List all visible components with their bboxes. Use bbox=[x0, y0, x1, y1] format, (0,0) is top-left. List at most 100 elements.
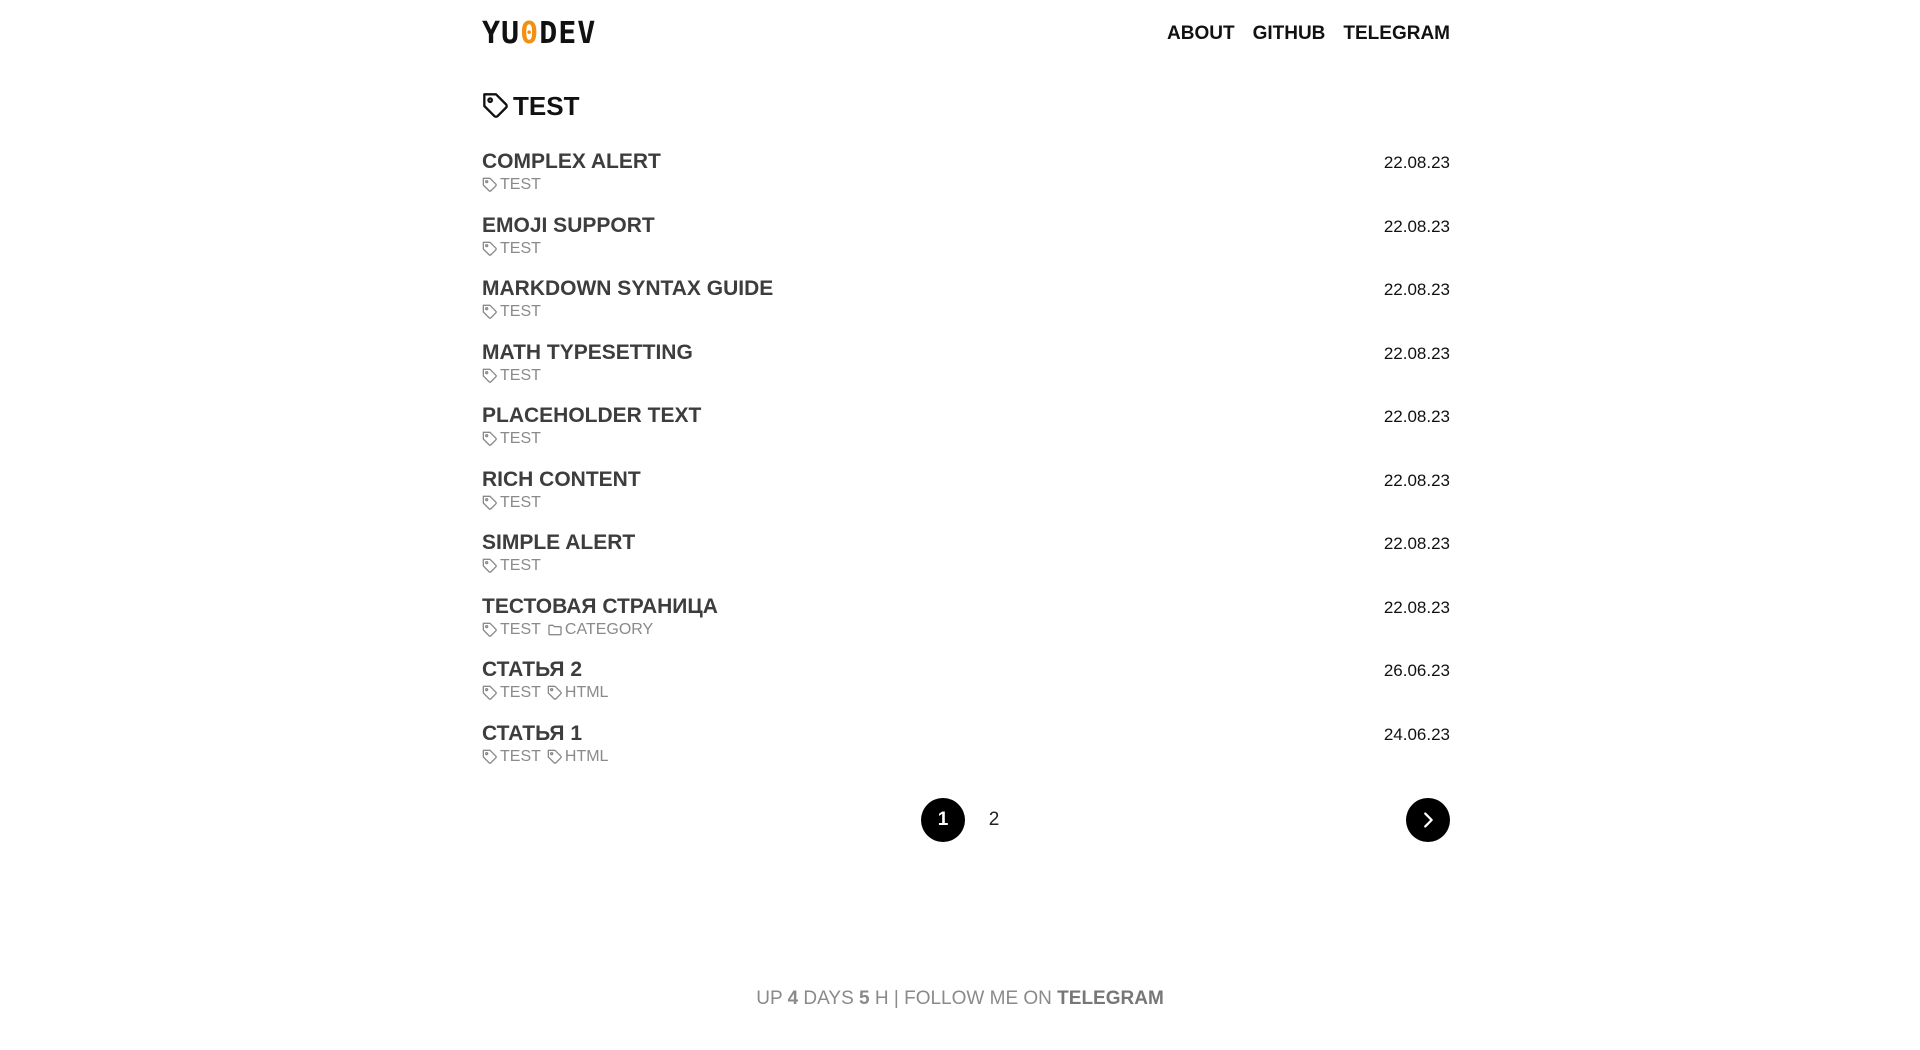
footer-follow-text: | FOLLOW ME ON bbox=[888, 988, 1058, 1009]
footer-telegram-link[interactable]: TELEGRAM bbox=[1057, 988, 1164, 1009]
post-tag-link[interactable]: TEST bbox=[482, 683, 541, 703]
post-meta: TEST CATEGORY bbox=[482, 620, 1450, 640]
post-title-link[interactable]: SIMPLE ALERT bbox=[482, 530, 1450, 555]
post-title-link[interactable]: ТЕСТОВАЯ СТРАНИЦА bbox=[482, 594, 1450, 619]
post-title-link[interactable]: MARKDOWN SYNTAX GUIDE bbox=[482, 276, 1450, 301]
post-tag-link[interactable]: TEST bbox=[482, 747, 541, 767]
tag-icon bbox=[482, 558, 498, 574]
tag-icon bbox=[547, 749, 563, 765]
post-title-link[interactable]: СТАТЬЯ 1 bbox=[482, 721, 1450, 746]
post-meta: TEST HTML bbox=[482, 747, 1450, 767]
site-logo[interactable]: YU0DEV bbox=[482, 16, 596, 52]
post-tag-label: TEST bbox=[500, 684, 541, 701]
post-item: СТАТЬЯ 1 24.06.23 TEST HTML bbox=[482, 721, 1450, 785]
footer-days-number: 4 bbox=[787, 988, 799, 1009]
post-tag-label: TEST bbox=[500, 303, 541, 320]
tag-icon bbox=[482, 177, 498, 193]
post-date: 22.08.23 bbox=[1383, 280, 1450, 299]
post-date: 24.06.23 bbox=[1383, 724, 1450, 744]
chevron-right-icon bbox=[1424, 812, 1433, 828]
tag-icon bbox=[482, 749, 498, 765]
post-tag-link[interactable]: TEST bbox=[482, 620, 541, 640]
page-title: TEST bbox=[482, 91, 579, 121]
post-item: СТАТЬЯ 2 26.06.23 TEST HTML bbox=[482, 657, 1450, 721]
site-header: YU0DEV ABOUT GITHUB TELEGRAM bbox=[482, 0, 1450, 70]
post-title-link[interactable]: RICH CONTENT bbox=[482, 467, 1450, 492]
post-tag-label: TEST bbox=[500, 493, 541, 511]
page-current[interactable]: 1 bbox=[921, 798, 965, 842]
post-tag-link[interactable]: HTML bbox=[547, 747, 609, 767]
nav-link-github[interactable]: GITHUB bbox=[1253, 22, 1326, 46]
post-item: PLACEHOLDER TEXT 22.08.23 TEST bbox=[482, 403, 1450, 467]
post-tag-link[interactable]: TEST bbox=[482, 493, 541, 513]
page-link-2[interactable]: 2 bbox=[972, 798, 1016, 842]
post-date: 22.08.23 bbox=[1383, 597, 1450, 617]
tag-icon bbox=[482, 495, 498, 511]
logo-text-accent: 0 bbox=[520, 16, 540, 51]
nav-link-about[interactable]: ABOUT bbox=[1167, 22, 1235, 46]
tag-icon bbox=[482, 368, 498, 384]
post-date: 22.08.23 bbox=[1383, 534, 1450, 553]
post-tag-label: TEST bbox=[500, 430, 541, 447]
post-tag-label: TEST bbox=[500, 239, 541, 257]
post-tag-label: TEST bbox=[500, 747, 541, 765]
post-tag-link[interactable]: TEST bbox=[482, 175, 541, 195]
post-tag-label: TEST bbox=[500, 557, 541, 574]
post-item: COMPLEX ALERT 22.08.23 TEST bbox=[482, 149, 1450, 213]
post-meta: TEST bbox=[482, 175, 1450, 195]
next-page-button[interactable] bbox=[1406, 798, 1450, 842]
tag-icon bbox=[482, 241, 498, 257]
post-item: ТЕСТОВАЯ СТРАНИЦА 22.08.23 TEST CATEGORY bbox=[482, 594, 1450, 658]
tag-icon bbox=[482, 685, 498, 701]
post-tag-label: HTML bbox=[564, 747, 609, 765]
tag-icon bbox=[483, 93, 508, 118]
page-container: YU0DEV ABOUT GITHUB TELEGRAM TEST COMPLE… bbox=[482, 0, 1450, 842]
post-item: RICH CONTENT 22.08.23 TEST bbox=[482, 467, 1450, 531]
logo-text-right: DEV bbox=[539, 16, 597, 51]
post-tag-link[interactable]: TEST bbox=[482, 429, 541, 449]
site-footer: UP 4 DAYS 5 H | FOLLOW ME ON TELEGRAM bbox=[0, 987, 1920, 1011]
tag-icon bbox=[482, 304, 498, 320]
post-tag-link[interactable]: TEST bbox=[482, 366, 541, 386]
footer-uptime-prefix: UP bbox=[756, 988, 788, 1009]
post-tag-link[interactable]: TEST bbox=[482, 556, 541, 576]
tag-icon bbox=[482, 622, 498, 638]
post-category-label: CATEGORY bbox=[564, 620, 654, 638]
post-meta: TEST bbox=[482, 556, 1450, 576]
post-tag-link[interactable]: HTML bbox=[547, 683, 608, 703]
post-title-link[interactable]: MATH TYPESETTING bbox=[482, 340, 1450, 365]
post-date: 22.08.23 bbox=[1383, 407, 1450, 426]
post-title-link[interactable]: COMPLEX ALERT bbox=[482, 149, 1450, 174]
nav-link-telegram[interactable]: TELEGRAM bbox=[1343, 22, 1450, 46]
tag-icon bbox=[547, 685, 563, 701]
footer-hours-label: H bbox=[869, 988, 889, 1009]
post-title-link[interactable]: EMOJI SUPPORT bbox=[482, 213, 1450, 238]
logo-text-left: YU bbox=[482, 16, 521, 51]
post-date: 26.06.23 bbox=[1383, 661, 1450, 680]
post-tag-label: TEST bbox=[500, 366, 541, 384]
post-title-link[interactable]: СТАТЬЯ 2 bbox=[482, 657, 1450, 682]
post-item: MATH TYPESETTING 22.08.23 TEST bbox=[482, 340, 1450, 404]
main-nav: ABOUT GITHUB TELEGRAM bbox=[1167, 22, 1450, 46]
post-category-link[interactable]: CATEGORY bbox=[547, 620, 653, 640]
post-list: COMPLEX ALERT 22.08.23 TEST EMOJI SUPPORT 22… bbox=[482, 149, 1450, 784]
post-date: 22.08.23 bbox=[1383, 153, 1450, 172]
post-item: MARKDOWN SYNTAX GUIDE 22.08.23 TEST bbox=[482, 276, 1450, 340]
post-meta: TEST bbox=[482, 239, 1450, 259]
tag-icon bbox=[482, 431, 498, 447]
post-date: 22.08.23 bbox=[1383, 216, 1450, 236]
post-meta: TEST bbox=[482, 429, 1450, 449]
post-meta: TEST bbox=[482, 366, 1450, 386]
post-title-link[interactable]: PLACEHOLDER TEXT bbox=[482, 403, 1450, 428]
post-item: EMOJI SUPPORT 22.08.23 TEST bbox=[482, 213, 1450, 277]
footer-days-label: DAYS bbox=[798, 988, 860, 1009]
post-tag-link[interactable]: TEST bbox=[482, 239, 541, 259]
folder-icon bbox=[547, 622, 563, 638]
post-tag-label: TEST bbox=[500, 620, 541, 638]
post-date: 22.08.23 bbox=[1383, 343, 1450, 363]
post-meta: TEST bbox=[482, 493, 1450, 513]
pagination: 1 2 bbox=[482, 798, 1450, 844]
post-tag-link[interactable]: TEST bbox=[482, 302, 541, 322]
post-date: 22.08.23 bbox=[1383, 470, 1450, 490]
post-meta: TEST bbox=[482, 302, 1450, 322]
